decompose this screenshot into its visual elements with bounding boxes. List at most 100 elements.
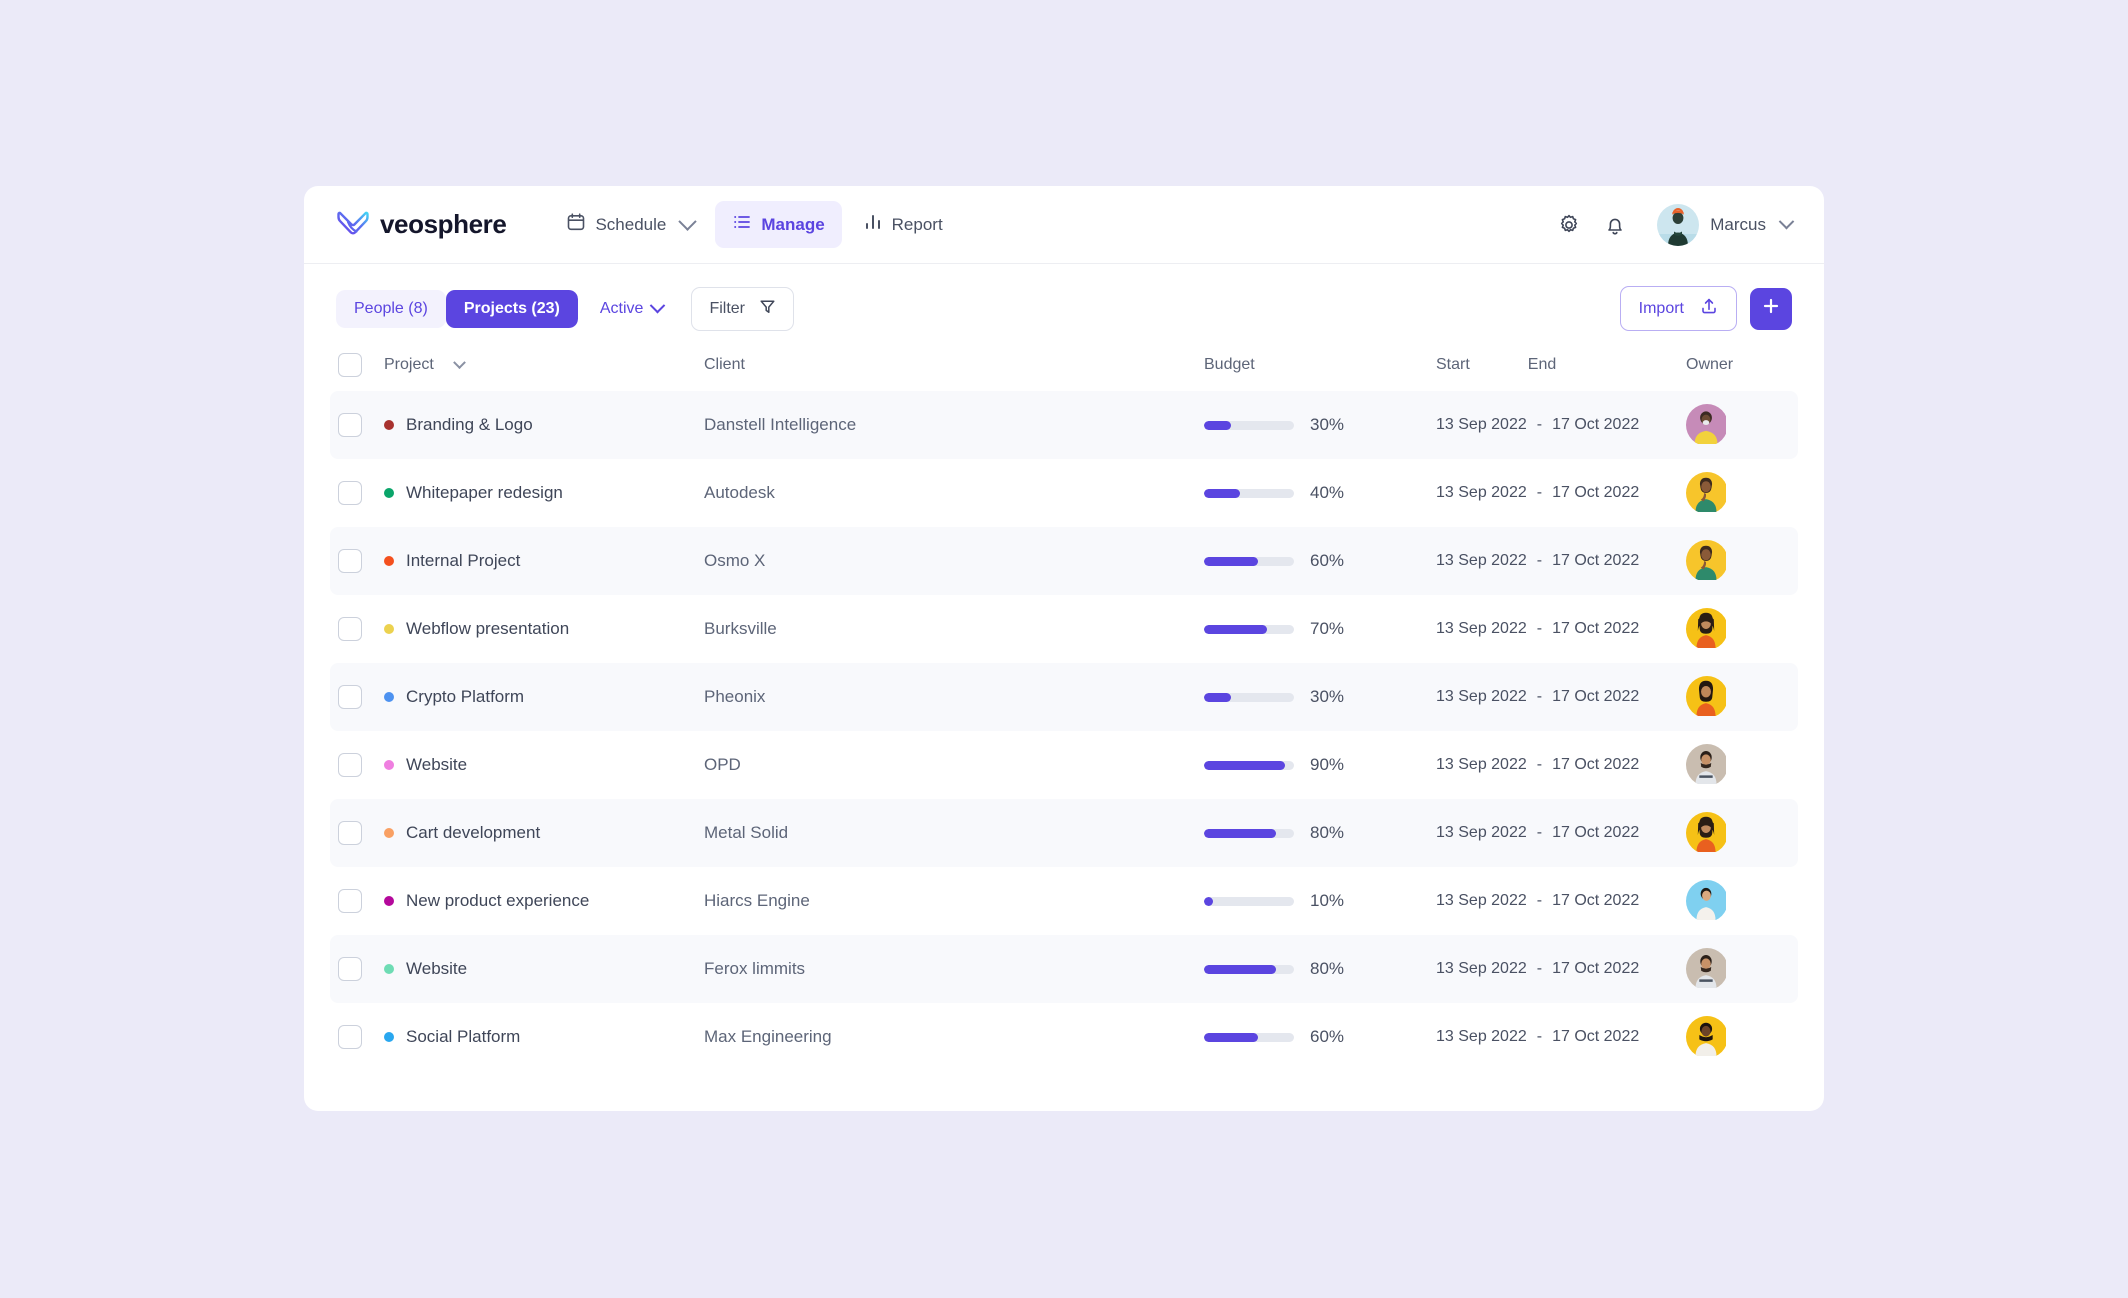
veosphere-wing-logo-icon — [336, 210, 370, 240]
budget-progress-bar — [1204, 964, 1294, 974]
cell-client: Hiarcs Engine — [704, 891, 1204, 911]
cell-budget: 60% — [1204, 1027, 1436, 1047]
filter-button[interactable]: Filter — [691, 286, 795, 331]
client-name: Max Engineering — [704, 1027, 832, 1046]
table-row[interactable]: Social Platform Max Engineering 60% 13 S… — [330, 1003, 1798, 1071]
gear-icon[interactable] — [1557, 213, 1581, 237]
row-checkbox[interactable] — [338, 617, 362, 641]
owner-avatar[interactable] — [1686, 880, 1728, 922]
table-row[interactable]: Website Ferox limmits 80% 13 Sep 2022 - … — [330, 935, 1798, 1003]
entity-toggle: People (8) Projects (23) — [336, 289, 578, 328]
row-checkbox[interactable] — [338, 889, 362, 913]
add-project-button[interactable] — [1750, 287, 1792, 330]
brand[interactable]: veosphere — [336, 209, 507, 240]
avatar — [1657, 203, 1700, 246]
start-date: 13 Sep 2022 — [1436, 688, 1527, 705]
budget-percent-label: 70% — [1310, 619, 1345, 638]
tab-people[interactable]: People (8) — [336, 289, 446, 328]
cell-client: Osmo X — [704, 551, 1204, 571]
table-row[interactable]: Website OPD 90% 13 Sep 2022 - 17 Oct 202… — [330, 731, 1798, 799]
table-row[interactable]: Crypto Platform Pheonix 30% 13 Sep 2022 … — [330, 663, 1798, 731]
cell-owner — [1686, 948, 1790, 990]
toolbar: People (8) Projects (23) Active Filter I… — [304, 264, 1824, 345]
cell-budget: 80% — [1204, 823, 1436, 843]
header-project[interactable]: Project — [384, 355, 704, 374]
owner-avatar[interactable] — [1686, 472, 1728, 514]
cell-owner — [1686, 472, 1790, 514]
client-name: OPD — [704, 755, 741, 774]
nav-item-report[interactable]: Report — [846, 201, 960, 248]
table-row[interactable]: Branding & Logo Danstell Intelligence 30… — [330, 391, 1798, 459]
owner-avatar[interactable] — [1686, 608, 1728, 650]
budget-progress-bar — [1204, 488, 1294, 498]
row-select-cell — [338, 753, 384, 777]
cell-budget: 30% — [1204, 687, 1436, 707]
budget-progress-bar — [1204, 828, 1294, 838]
project-name: Crypto Platform — [406, 687, 525, 706]
table-row[interactable]: Internal Project Osmo X 60% 13 Sep 2022 … — [330, 527, 1798, 595]
nav-label-report: Report — [891, 214, 943, 234]
project-color-dot — [384, 488, 394, 498]
budget-progress-bar — [1204, 624, 1294, 634]
cell-budget: 60% — [1204, 551, 1436, 571]
cell-owner — [1686, 608, 1790, 650]
owner-avatar[interactable] — [1686, 744, 1728, 786]
user-menu[interactable]: Marcus — [1657, 203, 1795, 246]
table-row[interactable]: Whitepaper redesign Autodesk 40% 13 Sep … — [330, 459, 1798, 527]
table-row[interactable]: New product experience Hiarcs Engine 10%… — [330, 867, 1798, 935]
table-row[interactable]: Cart development Metal Solid 80% 13 Sep … — [330, 799, 1798, 867]
owner-avatar[interactable] — [1686, 1016, 1728, 1058]
row-checkbox[interactable] — [338, 549, 362, 573]
nav-item-manage[interactable]: Manage — [715, 201, 842, 248]
cell-budget: 70% — [1204, 619, 1436, 639]
date-separator: - — [1536, 484, 1543, 501]
row-checkbox[interactable] — [338, 481, 362, 505]
header-project-label: Project — [384, 356, 434, 373]
owner-avatar[interactable] — [1686, 676, 1728, 718]
project-name: Internal Project — [406, 551, 521, 570]
cell-project: Webflow presentation — [384, 619, 704, 639]
budget-percent-label: 80% — [1310, 823, 1345, 842]
budget-percent-label: 60% — [1310, 1027, 1345, 1046]
budget-percent-label: 60% — [1310, 551, 1345, 570]
select-all-checkbox[interactable] — [338, 353, 362, 377]
table-row[interactable]: Webflow presentation Burksville 70% 13 S… — [330, 595, 1798, 663]
owner-avatar[interactable] — [1686, 404, 1728, 446]
row-checkbox[interactable] — [338, 413, 362, 437]
budget-percent-label: 40% — [1310, 483, 1345, 502]
project-color-dot — [384, 556, 394, 566]
owner-avatar[interactable] — [1686, 812, 1728, 854]
row-checkbox[interactable] — [338, 753, 362, 777]
cell-owner — [1686, 744, 1790, 786]
status-filter-dropdown[interactable]: Active — [600, 297, 666, 318]
project-name: Branding & Logo — [406, 415, 533, 434]
client-name: Pheonix — [704, 687, 766, 706]
cell-dates: 13 Sep 2022 - 17 Oct 2022 — [1436, 824, 1686, 842]
start-date: 13 Sep 2022 — [1436, 1028, 1527, 1045]
start-date: 13 Sep 2022 — [1436, 416, 1527, 433]
row-checkbox[interactable] — [338, 685, 362, 709]
bell-icon[interactable] — [1603, 213, 1627, 237]
budget-percent-label: 10% — [1310, 891, 1345, 910]
filter-label: Filter — [709, 299, 746, 317]
budget-progress-bar — [1204, 896, 1294, 906]
nav-item-schedule[interactable]: Schedule — [549, 201, 711, 248]
row-select-cell — [338, 821, 384, 845]
owner-avatar[interactable] — [1686, 948, 1728, 990]
start-date: 13 Sep 2022 — [1436, 620, 1527, 637]
cell-dates: 13 Sep 2022 - 17 Oct 2022 — [1436, 416, 1686, 434]
row-checkbox[interactable] — [338, 957, 362, 981]
row-checkbox[interactable] — [338, 1025, 362, 1049]
end-date: 17 Oct 2022 — [1552, 620, 1640, 637]
tab-projects[interactable]: Projects (23) — [445, 289, 578, 328]
project-name: Website — [406, 755, 468, 774]
start-date: 13 Sep 2022 — [1436, 824, 1527, 841]
cell-dates: 13 Sep 2022 - 17 Oct 2022 — [1436, 756, 1686, 774]
cell-dates: 13 Sep 2022 - 17 Oct 2022 — [1436, 620, 1686, 638]
import-button[interactable]: Import — [1619, 286, 1737, 331]
cell-owner — [1686, 404, 1790, 446]
cell-client: Autodesk — [704, 483, 1204, 503]
owner-avatar[interactable] — [1686, 540, 1728, 582]
cell-project: Website — [384, 755, 704, 775]
row-checkbox[interactable] — [338, 821, 362, 845]
